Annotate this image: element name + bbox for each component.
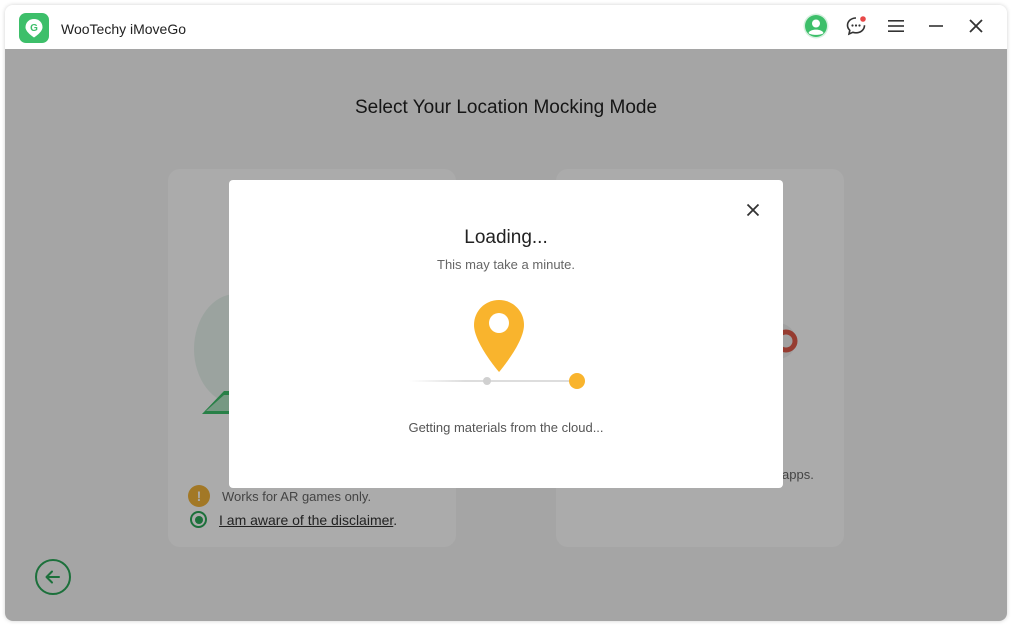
loading-progress-track	[409, 373, 585, 389]
close-icon	[746, 203, 760, 217]
svg-text:G: G	[30, 23, 38, 34]
app-logo-icon: G	[19, 13, 49, 43]
app-title: WooTechy iMoveGo	[61, 21, 187, 37]
feedback-icon[interactable]	[843, 13, 869, 39]
loading-status-text: Getting materials from the cloud...	[408, 420, 604, 435]
location-pin-icon	[474, 300, 524, 372]
app-window: G WooTechy iMoveGo Select Your Location …	[5, 5, 1007, 621]
minimize-icon[interactable]	[923, 13, 949, 39]
menu-icon[interactable]	[883, 13, 909, 39]
avatar-icon[interactable]	[803, 13, 829, 39]
dialog-title: Loading...	[464, 227, 548, 248]
close-icon[interactable]	[963, 13, 989, 39]
dialog-subtitle: This may take a minute.	[437, 257, 575, 272]
title-bar: G WooTechy iMoveGo	[5, 5, 1007, 49]
dialog-close-button[interactable]	[743, 200, 763, 220]
loading-dialog: Loading... This may take a minute. Getti…	[229, 180, 783, 488]
